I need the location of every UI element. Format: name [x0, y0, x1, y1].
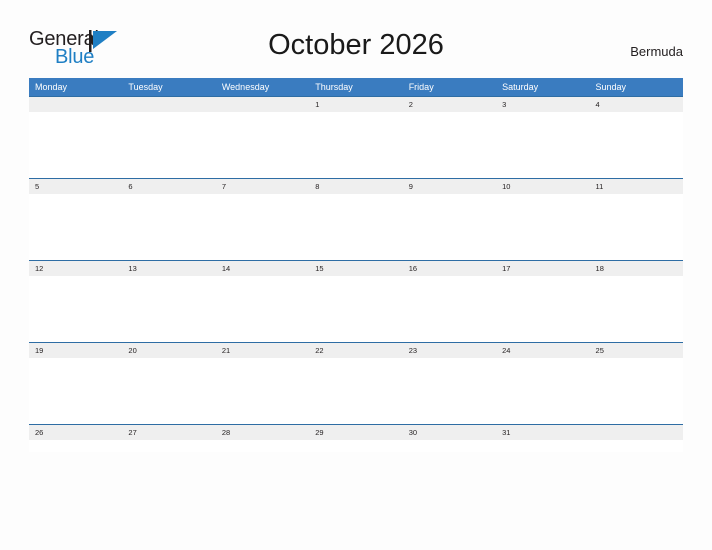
calendar-weekday-header: Monday Tuesday Wednesday Thursday Friday… — [29, 78, 683, 96]
week-date-band: 1 2 3 4 — [29, 96, 683, 112]
day-number[interactable]: 16 — [403, 261, 496, 276]
day-cell[interactable] — [496, 112, 589, 178]
day-number[interactable]: 4 — [590, 97, 683, 112]
day-number[interactable]: 9 — [403, 179, 496, 194]
day-number[interactable]: 6 — [122, 179, 215, 194]
day-cell[interactable] — [122, 440, 215, 452]
day-number[interactable]: 20 — [122, 343, 215, 358]
week-date-band: 12 13 14 15 16 17 18 — [29, 260, 683, 276]
week-date-band: 19 20 21 22 23 24 25 — [29, 342, 683, 358]
day-cell[interactable] — [403, 112, 496, 178]
day-number[interactable]: 14 — [216, 261, 309, 276]
day-cell[interactable] — [216, 112, 309, 178]
day-number[interactable]: 25 — [590, 343, 683, 358]
day-number[interactable]: 22 — [309, 343, 402, 358]
day-cell[interactable] — [29, 112, 122, 178]
week-date-band: 26 27 28 29 30 31 — [29, 424, 683, 440]
day-cell[interactable] — [590, 440, 683, 452]
day-number[interactable]: 13 — [122, 261, 215, 276]
day-cell[interactable] — [122, 194, 215, 260]
day-number[interactable]: 12 — [29, 261, 122, 276]
day-number[interactable]: 23 — [403, 343, 496, 358]
day-number[interactable]: 27 — [122, 425, 215, 440]
day-number[interactable]: 29 — [309, 425, 402, 440]
day-cell[interactable] — [590, 276, 683, 342]
day-cell[interactable] — [309, 112, 402, 178]
calendar-week-row: 12 13 14 15 16 17 18 — [29, 260, 683, 342]
weekday-saturday: Saturday — [502, 82, 539, 92]
day-cell[interactable] — [403, 276, 496, 342]
day-number[interactable] — [29, 97, 122, 112]
weekday-sunday: Sunday — [595, 82, 627, 92]
week-body — [29, 112, 683, 178]
day-number[interactable]: 10 — [496, 179, 589, 194]
day-cell[interactable] — [216, 276, 309, 342]
day-cell[interactable] — [216, 194, 309, 260]
day-cell[interactable] — [403, 358, 496, 424]
calendar-week-row: 5 6 7 8 9 10 11 — [29, 178, 683, 260]
day-cell[interactable] — [29, 276, 122, 342]
weekday-tuesday: Tuesday — [128, 82, 163, 92]
day-number[interactable]: 11 — [590, 179, 683, 194]
page-title: October 2026 — [268, 29, 444, 61]
day-cell[interactable] — [590, 194, 683, 260]
day-cell[interactable] — [496, 276, 589, 342]
day-number[interactable]: 7 — [216, 179, 309, 194]
day-number[interactable]: 28 — [216, 425, 309, 440]
weekday-friday: Friday — [408, 82, 434, 92]
day-cell[interactable] — [496, 440, 589, 452]
week-body — [29, 440, 683, 452]
day-number[interactable]: 24 — [496, 343, 589, 358]
day-cell[interactable] — [309, 358, 402, 424]
weekday-wednesday: Wednesday — [221, 82, 270, 92]
day-number[interactable]: 21 — [216, 343, 309, 358]
day-number[interactable]: 8 — [309, 179, 402, 194]
day-number[interactable]: 15 — [309, 261, 402, 276]
day-cell[interactable] — [309, 276, 402, 342]
day-cell[interactable] — [122, 358, 215, 424]
day-cell[interactable] — [29, 358, 122, 424]
day-cell[interactable] — [216, 440, 309, 452]
day-cell[interactable] — [309, 194, 402, 260]
day-cell[interactable] — [496, 358, 589, 424]
day-cell[interactable] — [29, 440, 122, 452]
day-cell[interactable] — [496, 194, 589, 260]
day-cell[interactable] — [216, 358, 309, 424]
day-number[interactable]: 31 — [496, 425, 589, 440]
day-cell[interactable] — [122, 276, 215, 342]
day-number[interactable] — [216, 97, 309, 112]
calendar-week-row: 19 20 21 22 23 24 25 — [29, 342, 683, 424]
day-cell[interactable] — [403, 440, 496, 452]
day-cell[interactable] — [122, 112, 215, 178]
week-body — [29, 276, 683, 342]
day-number[interactable]: 3 — [496, 97, 589, 112]
calendar-table: Monday Tuesday Wednesday Thursday Friday… — [29, 78, 683, 452]
day-number[interactable]: 1 — [309, 97, 402, 112]
calendar-week-row: 1 2 3 4 — [29, 96, 683, 178]
page-header: General Blue October 2026 Bermuda — [0, 0, 712, 68]
weekday-thursday: Thursday — [315, 82, 353, 92]
weekday-monday: Monday — [35, 82, 68, 92]
day-number[interactable]: 26 — [29, 425, 122, 440]
calendar-week-row: 26 27 28 29 30 31 — [29, 424, 683, 452]
day-number[interactable]: 2 — [403, 97, 496, 112]
day-cell[interactable] — [403, 194, 496, 260]
day-cell[interactable] — [29, 194, 122, 260]
day-number[interactable]: 19 — [29, 343, 122, 358]
day-cell[interactable] — [590, 112, 683, 178]
week-body — [29, 358, 683, 424]
day-number[interactable]: 30 — [403, 425, 496, 440]
day-number[interactable] — [122, 97, 215, 112]
day-number[interactable]: 18 — [590, 261, 683, 276]
week-body — [29, 194, 683, 260]
day-number[interactable] — [590, 425, 683, 440]
day-number[interactable]: 5 — [29, 179, 122, 194]
day-cell[interactable] — [309, 440, 402, 452]
week-date-band: 5 6 7 8 9 10 11 — [29, 178, 683, 194]
day-number[interactable]: 17 — [496, 261, 589, 276]
region-label: Bermuda — [630, 44, 683, 59]
day-cell[interactable] — [590, 358, 683, 424]
